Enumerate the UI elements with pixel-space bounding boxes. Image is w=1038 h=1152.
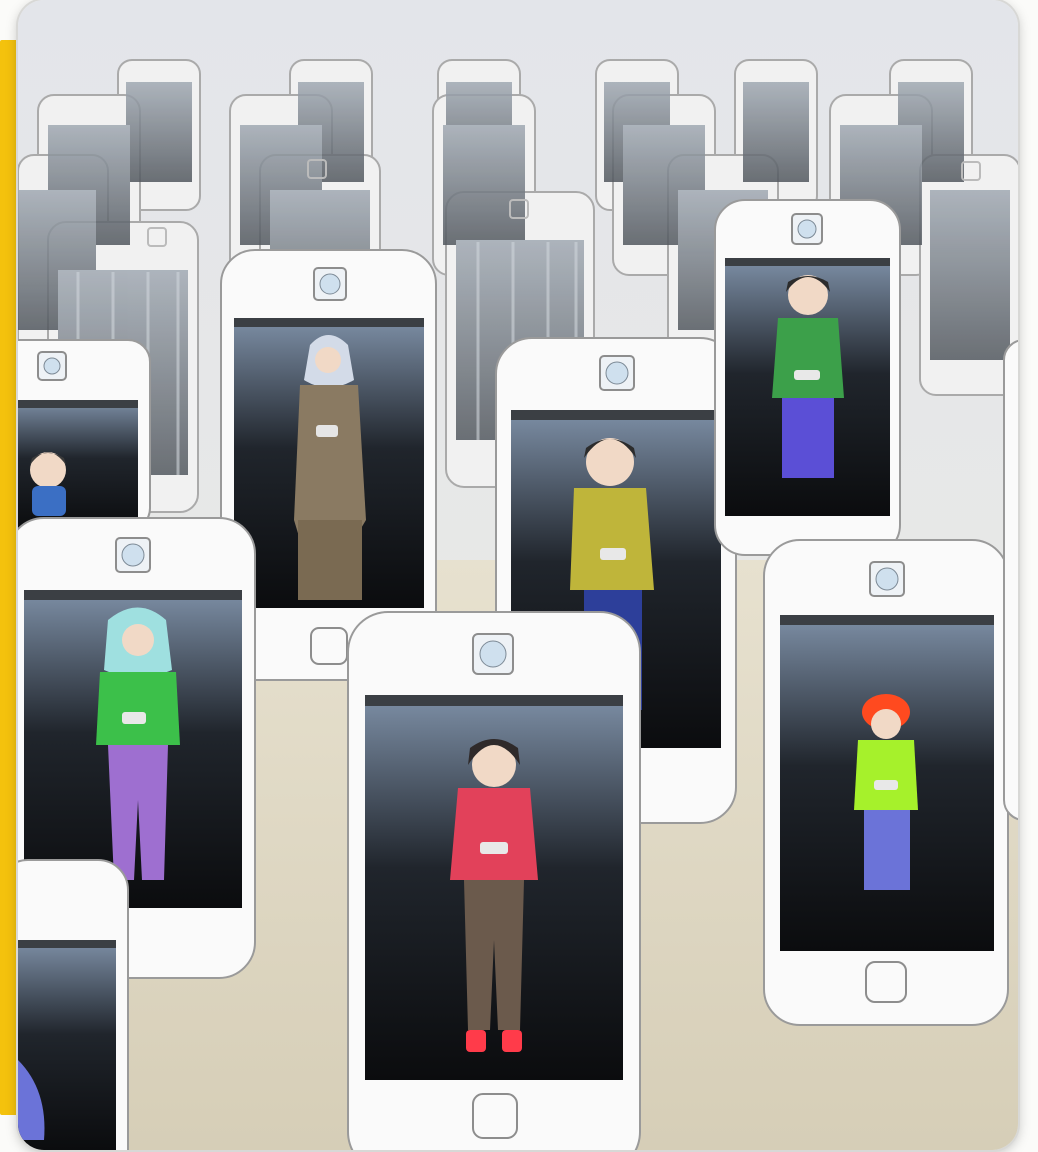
phone-bottom-left	[18, 859, 129, 1150]
phone-green-man	[714, 199, 901, 556]
phone-pink-sweater	[347, 611, 641, 1150]
phone-red-hair	[763, 539, 1009, 1026]
cartoon-illustration	[18, 0, 1018, 1150]
phone-right-edge	[1003, 339, 1018, 821]
phone-child-left	[18, 339, 151, 531]
